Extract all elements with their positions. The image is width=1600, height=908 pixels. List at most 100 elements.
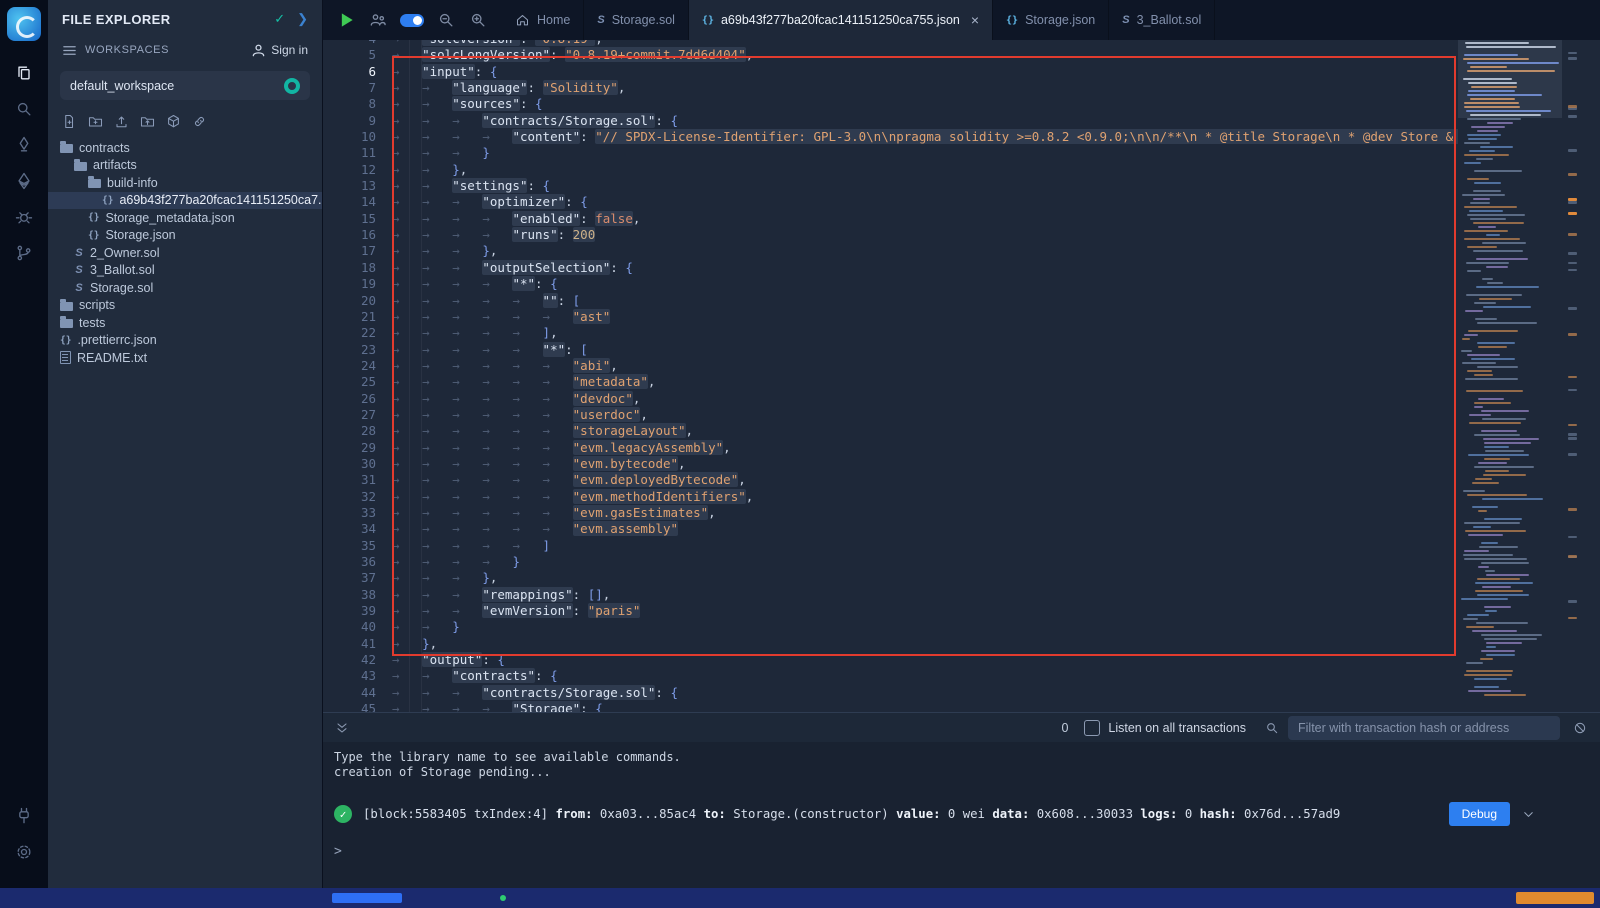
deploy-run-icon[interactable] [0, 163, 48, 199]
close-tab-icon[interactable]: × [971, 12, 979, 28]
line-number[interactable]: 4 [322, 40, 376, 47]
editor-tab[interactable]: {}Storage.json [993, 0, 1109, 40]
tree-file-row[interactable]: S3_Ballot.sol [48, 262, 322, 280]
line-number[interactable]: 35 [322, 538, 376, 554]
hamburger-menu-icon[interactable] [62, 43, 77, 58]
code-line[interactable]: 28→ → → → → → "storageLayout", [322, 423, 1458, 439]
line-number[interactable]: 15 [322, 211, 376, 227]
code-line[interactable]: 31→ → → → → → "evm.deployedBytecode", [322, 472, 1458, 488]
tree-file-row[interactable]: SStorage.sol [48, 279, 322, 297]
line-number[interactable]: 27 [322, 407, 376, 423]
remix-logo[interactable] [7, 7, 41, 41]
tree-folder-row[interactable]: scripts [48, 297, 322, 315]
clear-console-icon[interactable] [1572, 720, 1588, 736]
line-number[interactable]: 22 [322, 325, 376, 341]
run-script-icon[interactable] [336, 10, 356, 30]
line-number[interactable]: 7 [322, 80, 376, 96]
sign-in-button[interactable]: Sign in [251, 43, 308, 58]
line-number[interactable]: 30 [322, 456, 376, 472]
code-line[interactable]: 6→ "input": { [322, 64, 1458, 80]
line-number[interactable]: 19 [322, 276, 376, 292]
tree-file-row[interactable]: {}Storage.json [48, 227, 322, 245]
tree-file-row[interactable]: README.txt [48, 349, 322, 367]
code-line[interactable]: 20→ → → → → "": [ [322, 293, 1458, 309]
listen-all-label[interactable]: Listen on all transactions [1108, 721, 1246, 735]
debug-button[interactable]: Debug [1449, 802, 1510, 826]
code-line[interactable]: 25→ → → → → → "metadata", [322, 374, 1458, 390]
code-line[interactable]: 26→ → → → → → "devdoc", [322, 391, 1458, 407]
check-icon[interactable]: ✓ [274, 11, 285, 27]
code-line[interactable]: 24→ → → → → → "abi", [322, 358, 1458, 374]
line-number[interactable]: 6 [322, 64, 376, 80]
code-line[interactable]: 40→ → } [322, 619, 1458, 635]
line-number[interactable]: 39 [322, 603, 376, 619]
code-line[interactable]: 8→ → "sources": { [322, 96, 1458, 112]
plugin-manager-icon[interactable] [0, 798, 48, 834]
line-number[interactable]: 37 [322, 570, 376, 586]
line-number[interactable]: 17 [322, 243, 376, 259]
line-number[interactable]: 12 [322, 162, 376, 178]
code-line[interactable]: 30→ → → → → → "evm.bytecode", [322, 456, 1458, 472]
line-number[interactable]: 5 [322, 47, 376, 63]
line-number[interactable]: 45 [322, 701, 376, 712]
line-number[interactable]: 33 [322, 505, 376, 521]
code-line[interactable]: 38→ → → "remappings": [], [322, 587, 1458, 603]
code-line[interactable]: 4→ "solcVersion": "0.8.19", [322, 40, 1458, 47]
collaborators-icon[interactable] [368, 10, 388, 30]
chevron-right-icon[interactable]: ❯ [297, 11, 308, 27]
upload-folder-icon[interactable] [140, 114, 155, 129]
line-number[interactable]: 9 [322, 113, 376, 129]
code-line[interactable]: 23→ → → → → "*": [ [322, 342, 1458, 358]
tree-folder-row[interactable]: build-info [48, 174, 322, 192]
code-line[interactable]: 29→ → → → → → "evm.legacyAssembly", [322, 440, 1458, 456]
terminal-search-icon[interactable] [1264, 720, 1280, 736]
line-number[interactable]: 11 [322, 145, 376, 161]
code-line[interactable]: 43→ → "contracts": { [322, 668, 1458, 684]
zoom-in-icon[interactable] [468, 10, 488, 30]
editor-tab[interactable]: SStorage.sol [584, 0, 689, 40]
code-line[interactable]: 32→ → → → → → "evm.methodIdentifiers", [322, 489, 1458, 505]
tree-file-row[interactable]: {}a69b43f277ba20fcac141151250ca7... [48, 192, 322, 210]
code-line[interactable]: 34→ → → → → → "evm.assembly" [322, 521, 1458, 537]
terminal-prompt[interactable]: > [334, 844, 1600, 859]
line-number[interactable]: 43 [322, 668, 376, 684]
line-number[interactable]: 32 [322, 489, 376, 505]
line-number[interactable]: 14 [322, 194, 376, 210]
line-number[interactable]: 25 [322, 374, 376, 390]
tree-folder-row[interactable]: artifacts [48, 157, 322, 175]
transaction-filter-input[interactable] [1288, 716, 1560, 740]
code-line[interactable]: 42→ "output": { [322, 652, 1458, 668]
upload-file-icon[interactable] [114, 114, 129, 129]
line-number[interactable]: 29 [322, 440, 376, 456]
file-explorer-icon[interactable] [0, 55, 48, 91]
code-line[interactable]: 33→ → → → → → "evm.gasEstimates", [322, 505, 1458, 521]
code-line[interactable]: 9→ → → "contracts/Storage.sol": { [322, 113, 1458, 129]
line-number[interactable]: 13 [322, 178, 376, 194]
line-number[interactable]: 31 [322, 472, 376, 488]
code-line[interactable]: 22→ → → → → ], [322, 325, 1458, 341]
new-folder-icon[interactable] [88, 114, 103, 129]
line-number[interactable]: 40 [322, 619, 376, 635]
code-line[interactable]: 44→ → → "contracts/Storage.sol": { [322, 685, 1458, 701]
code-line[interactable]: 35→ → → → → ] [322, 538, 1458, 554]
code-line[interactable]: 14→ → → "optimizer": { [322, 194, 1458, 210]
listen-all-checkbox[interactable] [1084, 720, 1100, 736]
search-icon[interactable] [0, 91, 48, 127]
tree-folder-row[interactable]: tests [48, 314, 322, 332]
code-line[interactable]: 39→ → → "evmVersion": "paris" [322, 603, 1458, 619]
debugger-icon[interactable] [0, 199, 48, 235]
line-number[interactable]: 8 [322, 96, 376, 112]
editor-tab[interactable]: S3_Ballot.sol [1109, 0, 1215, 40]
line-number[interactable]: 28 [322, 423, 376, 439]
line-number[interactable]: 34 [322, 521, 376, 537]
ipfs-box-icon[interactable] [166, 114, 181, 129]
code-line[interactable]: 19→ → → → "*": { [322, 276, 1458, 292]
code-line[interactable]: 15→ → → → "enabled": false, [322, 211, 1458, 227]
editor-tab[interactable]: Home [502, 0, 584, 40]
code-line[interactable]: 36→ → → → } [322, 554, 1458, 570]
tree-file-row[interactable]: {}.prettierrc.json [48, 332, 322, 350]
line-number[interactable]: 36 [322, 554, 376, 570]
code-line[interactable]: 13→ → "settings": { [322, 178, 1458, 194]
tree-folder-row[interactable]: contracts [48, 139, 322, 157]
code-line[interactable]: 11→ → → } [322, 145, 1458, 161]
